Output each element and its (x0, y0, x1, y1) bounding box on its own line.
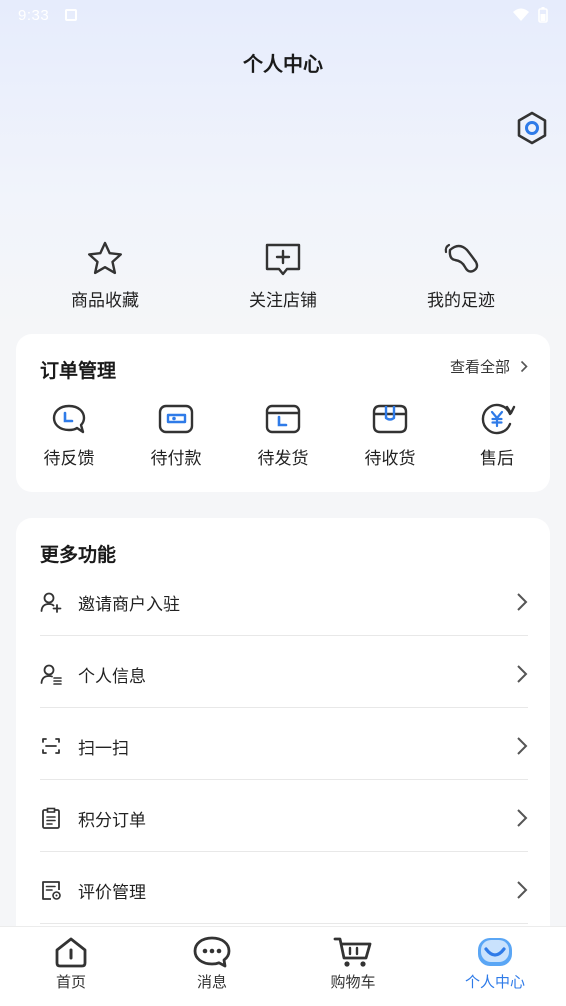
chevron-right-icon (520, 360, 528, 373)
chevron-right-icon (517, 809, 528, 827)
feedback-icon (52, 404, 86, 434)
order-status-pending-payment[interactable]: 待付款 (131, 402, 221, 469)
scan-icon (42, 738, 60, 754)
tab-messages[interactable]: 消息 (162, 935, 262, 992)
chevron-right-icon (517, 665, 528, 683)
order-status-pending-receipt[interactable]: 待收货 (345, 402, 435, 469)
menu-item-label: 邀请商户入驻 (78, 594, 180, 615)
status-bar: 9:33 (0, 0, 566, 30)
order-status-label: 售后 (480, 449, 514, 469)
menu-item-points-orders[interactable]: 积分订单 (40, 782, 528, 854)
notification-icon (65, 9, 78, 21)
quick-actions: 商品收藏 关注店铺 我的足迹 (0, 240, 566, 320)
order-status-label: 待付款 (150, 449, 202, 469)
tab-label: 购物车 (330, 973, 376, 991)
invite-user-icon (40, 592, 62, 613)
order-status-pending-feedback[interactable]: 待反馈 (24, 402, 114, 469)
divider (40, 635, 528, 636)
status-time: 9:33 (18, 6, 50, 24)
menu-item-scan[interactable]: 扫一扫 (40, 710, 528, 782)
quick-action-label: 商品收藏 (71, 291, 139, 311)
view-all-orders-link[interactable]: 查看全部 (450, 356, 528, 377)
battery-icon (538, 7, 548, 23)
tab-label: 首页 (55, 973, 86, 991)
payment-icon (158, 404, 194, 434)
profile-tab-icon (478, 938, 512, 966)
message-icon (193, 936, 231, 968)
star-icon (88, 241, 122, 275)
quick-action-followed-stores[interactable]: 关注店铺 (223, 240, 343, 311)
order-status-label: 待发货 (257, 449, 309, 469)
quick-action-footprints[interactable]: 我的足迹 (401, 240, 521, 311)
settings-button[interactable] (514, 110, 550, 146)
gear-icon (517, 111, 547, 145)
order-status-label: 待反馈 (43, 449, 95, 469)
divider (40, 923, 528, 924)
chevron-right-icon (517, 737, 528, 755)
view-all-label: 查看全部 (449, 358, 510, 376)
cart-icon (333, 937, 372, 967)
chevron-right-icon (517, 881, 528, 899)
wifi-icon (513, 8, 529, 21)
ship-icon (265, 404, 301, 434)
page-title: 个人中心 (243, 52, 323, 76)
menu-item-label: 扫一扫 (78, 738, 129, 759)
chevron-right-icon (517, 593, 528, 611)
order-management-title: 订单管理 (40, 360, 117, 382)
review-icon (42, 881, 61, 900)
tab-cart[interactable]: 购物车 (303, 935, 403, 992)
home-icon (55, 937, 87, 968)
profile-icon (40, 664, 62, 685)
menu-item-label: 评价管理 (78, 882, 146, 903)
tab-profile[interactable]: 个人中心 (445, 935, 545, 992)
tab-home[interactable]: 首页 (21, 935, 121, 992)
divider (40, 851, 528, 852)
quick-action-favorites[interactable]: 商品收藏 (45, 240, 165, 311)
quick-action-label: 我的足迹 (427, 291, 495, 311)
bottom-tab-bar: 首页 消息 购物车 个人中心 (0, 926, 566, 1006)
receive-icon (372, 404, 408, 434)
more-features-title: 更多功能 (40, 544, 117, 566)
divider (40, 779, 528, 780)
menu-item-invite-merchant[interactable]: 邀请商户入驻 (40, 566, 528, 638)
clipboard-icon (42, 807, 60, 829)
order-status-label: 待收货 (364, 449, 416, 469)
store-follow-icon (265, 243, 301, 276)
tab-label: 个人中心 (464, 973, 525, 991)
menu-item-review-management[interactable]: 评价管理 (40, 854, 528, 926)
order-status-after-sales[interactable]: 售后 (452, 402, 542, 469)
menu-item-personal-info[interactable]: 个人信息 (40, 638, 528, 710)
quick-action-label: 关注店铺 (249, 291, 317, 311)
after-sales-icon (481, 403, 516, 435)
menu-item-label: 个人信息 (78, 666, 146, 687)
tab-label: 消息 (196, 973, 227, 991)
footprint-icon (444, 243, 479, 273)
order-management-card: 订单管理 查看全部 待反馈 待付款 待发货 待收货 售后 (16, 334, 550, 492)
menu-item-label: 积分订单 (78, 810, 146, 831)
divider (40, 707, 528, 708)
order-status-pending-shipment[interactable]: 待发货 (238, 402, 328, 469)
